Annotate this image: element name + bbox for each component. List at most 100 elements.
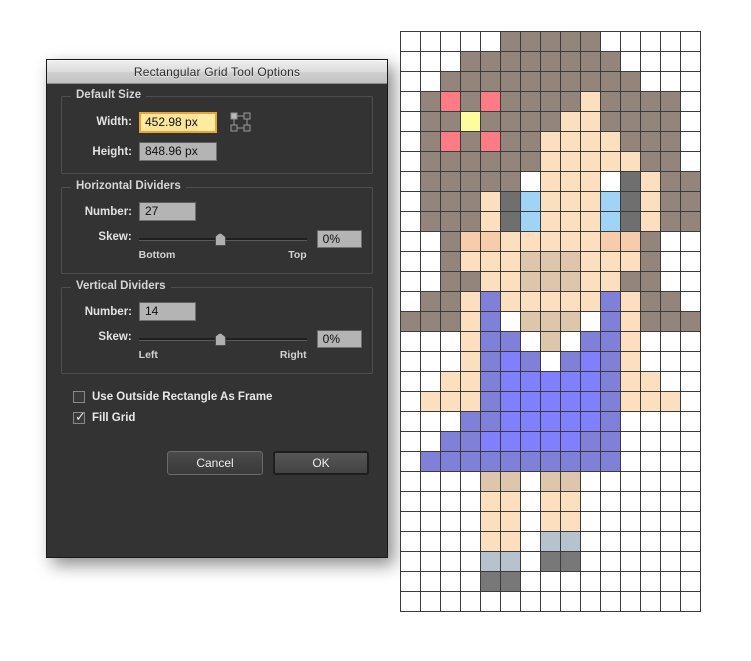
vertical-skew-input[interactable]: 0% [316,330,362,348]
pixel-cell[interactable] [400,131,421,152]
pixel-cell[interactable] [480,451,501,472]
pixel-cell[interactable] [640,51,661,72]
vertical-number-input[interactable]: 14 [139,302,196,321]
pixel-cell[interactable] [400,251,421,272]
pixel-cell[interactable] [520,531,541,552]
pixel-cell[interactable] [620,311,641,332]
pixel-cell[interactable] [640,371,661,392]
pixel-cell[interactable] [600,351,621,372]
pixel-cell[interactable] [540,331,561,352]
pixel-cell[interactable] [580,191,601,212]
pixel-cell[interactable] [660,211,681,232]
pixel-cell[interactable] [440,531,461,552]
pixel-cell[interactable] [500,431,521,452]
pixel-cell[interactable] [400,111,421,132]
pixel-cell[interactable] [400,431,421,452]
pixel-cell[interactable] [640,91,661,112]
pixel-cell[interactable] [420,571,441,592]
pixel-cell[interactable] [620,411,641,432]
pixel-cell[interactable] [680,91,701,112]
pixel-cell[interactable] [600,431,621,452]
pixel-cell[interactable] [440,151,461,172]
pixel-cell[interactable] [420,531,441,552]
pixel-cell[interactable] [660,591,681,612]
pixel-cell[interactable] [520,251,541,272]
pixel-cell[interactable] [500,591,521,612]
pixel-cell[interactable] [600,211,621,232]
pixel-cell[interactable] [400,511,421,532]
pixel-cell[interactable] [440,251,461,272]
pixel-cell[interactable] [400,351,421,372]
pixel-cell[interactable] [640,491,661,512]
pixel-cell[interactable] [480,51,501,72]
pixel-cell[interactable] [640,191,661,212]
pixel-cell[interactable] [480,71,501,92]
pixel-cell[interactable] [440,51,461,72]
pixel-cell[interactable] [600,551,621,572]
pixel-cell[interactable] [460,491,481,512]
pixel-cell[interactable] [420,91,441,112]
pixel-cell[interactable] [660,491,681,512]
pixel-cell[interactable] [640,391,661,412]
pixel-cell[interactable] [680,271,701,292]
pixel-cell[interactable] [640,211,661,232]
pixel-cell[interactable] [680,371,701,392]
pixel-cell[interactable] [640,171,661,192]
pixel-cell[interactable] [580,111,601,132]
pixel-cell[interactable] [400,151,421,172]
pixel-cell[interactable] [600,51,621,72]
pixel-cell[interactable] [640,351,661,372]
pixel-cell[interactable] [640,31,661,52]
pixel-cell[interactable] [500,371,521,392]
pixel-cell[interactable] [400,471,421,492]
width-input[interactable]: 452.98 px [139,111,217,133]
pixel-cell[interactable] [480,291,501,312]
pixel-cell[interactable] [580,331,601,352]
pixel-cell[interactable] [460,311,481,332]
pixel-cell[interactable] [620,251,641,272]
pixel-cell[interactable] [540,551,561,572]
pixel-cell[interactable] [520,471,541,492]
pixel-cell[interactable] [620,371,641,392]
pixel-cell[interactable] [400,331,421,352]
pixel-cell[interactable] [640,111,661,132]
pixel-cell[interactable] [520,351,541,372]
pixel-cell[interactable] [560,271,581,292]
pixel-cell[interactable] [400,191,421,212]
pixel-cell[interactable] [520,551,541,572]
pixel-cell[interactable] [500,311,521,332]
pixel-cell[interactable] [460,171,481,192]
pixel-cell[interactable] [460,211,481,232]
pixel-cell[interactable] [520,51,541,72]
pixel-cell[interactable] [540,91,561,112]
pixel-cell[interactable] [420,231,441,252]
pixel-cell[interactable] [460,591,481,612]
pixel-cell[interactable] [620,431,641,452]
pixel-cell[interactable] [660,371,681,392]
pixel-cell[interactable] [460,31,481,52]
pixel-cell[interactable] [560,451,581,472]
pixel-cell[interactable] [440,451,461,472]
pixel-cell[interactable] [480,411,501,432]
pixel-cell[interactable] [680,431,701,452]
pixel-cell[interactable] [440,231,461,252]
pixel-cell[interactable] [520,111,541,132]
pixel-cell[interactable] [400,571,421,592]
pixel-cell[interactable] [520,571,541,592]
pixel-cell[interactable] [540,111,561,132]
pixel-cell[interactable] [500,191,521,212]
pixel-cell[interactable] [580,131,601,152]
pixel-cell[interactable] [680,191,701,212]
pixel-cell[interactable] [420,191,441,212]
pixel-cell[interactable] [480,351,501,372]
pixel-cell[interactable] [460,571,481,592]
pixel-cell[interactable] [500,171,521,192]
pixel-cell[interactable] [480,571,501,592]
pixel-cell[interactable] [420,411,441,432]
pixel-cell[interactable] [560,211,581,232]
pixel-cell[interactable] [520,371,541,392]
pixel-cell[interactable] [580,231,601,252]
pixel-cell[interactable] [580,271,601,292]
pixel-cell[interactable] [420,51,441,72]
pixel-cell[interactable] [660,271,681,292]
